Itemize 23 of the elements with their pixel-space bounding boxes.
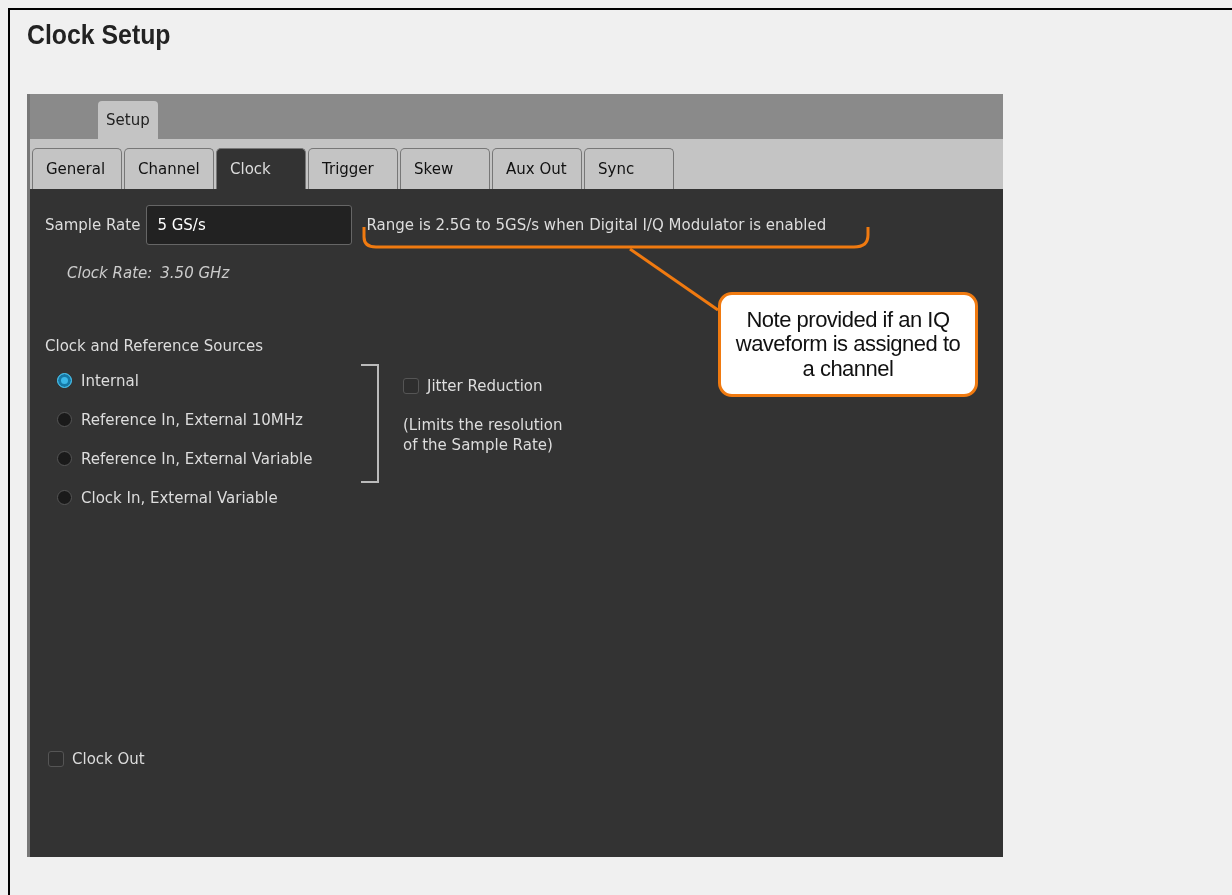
source-radio-option[interactable]: Reference In, External 10MHz — [57, 400, 303, 439]
setup-tab[interactable]: Setup — [98, 101, 158, 139]
range-note: Range is 2.5G to 5GS/s when Digital I/Q Modulator is enabled — [366, 216, 827, 234]
jitter-note: (Limits the resolution of the Sample Rate) — [403, 415, 564, 455]
settings-tab[interactable]: Clock — [216, 148, 306, 189]
clock-out-checkbox[interactable]: Clock Out — [48, 750, 145, 768]
settings-tab[interactable]: General — [32, 148, 122, 189]
source-radio-option[interactable]: Reference In, External Variable — [57, 439, 313, 478]
settings-tab[interactable]: Channel — [124, 148, 214, 189]
callout-note: Note provided if an IQ waveform is assigned to a channel — [718, 292, 978, 397]
sources-heading: Clock and Reference Sources — [45, 337, 264, 355]
settings-tab[interactable]: Trigger — [308, 148, 398, 189]
source-radio-option[interactable]: Clock In, External Variable — [57, 478, 278, 517]
source-radio-option[interactable]: Internal — [57, 361, 139, 400]
page-title: Clock Setup — [27, 20, 171, 51]
settings-tab[interactable]: Skew — [400, 148, 490, 189]
sample-rate-label: Sample Rate — [45, 216, 141, 234]
settings-tab[interactable]: Aux Out — [492, 148, 582, 189]
sample-rate-field[interactable]: 5 GS/s — [146, 205, 353, 245]
clock-rate-value: 3.50 GHz — [160, 264, 230, 282]
settings-tab[interactable]: Sync — [584, 148, 674, 189]
clock-rate-label: Clock Rate: — [67, 264, 153, 282]
jitter-reduction-checkbox[interactable]: Jitter Reduction — [403, 377, 543, 395]
